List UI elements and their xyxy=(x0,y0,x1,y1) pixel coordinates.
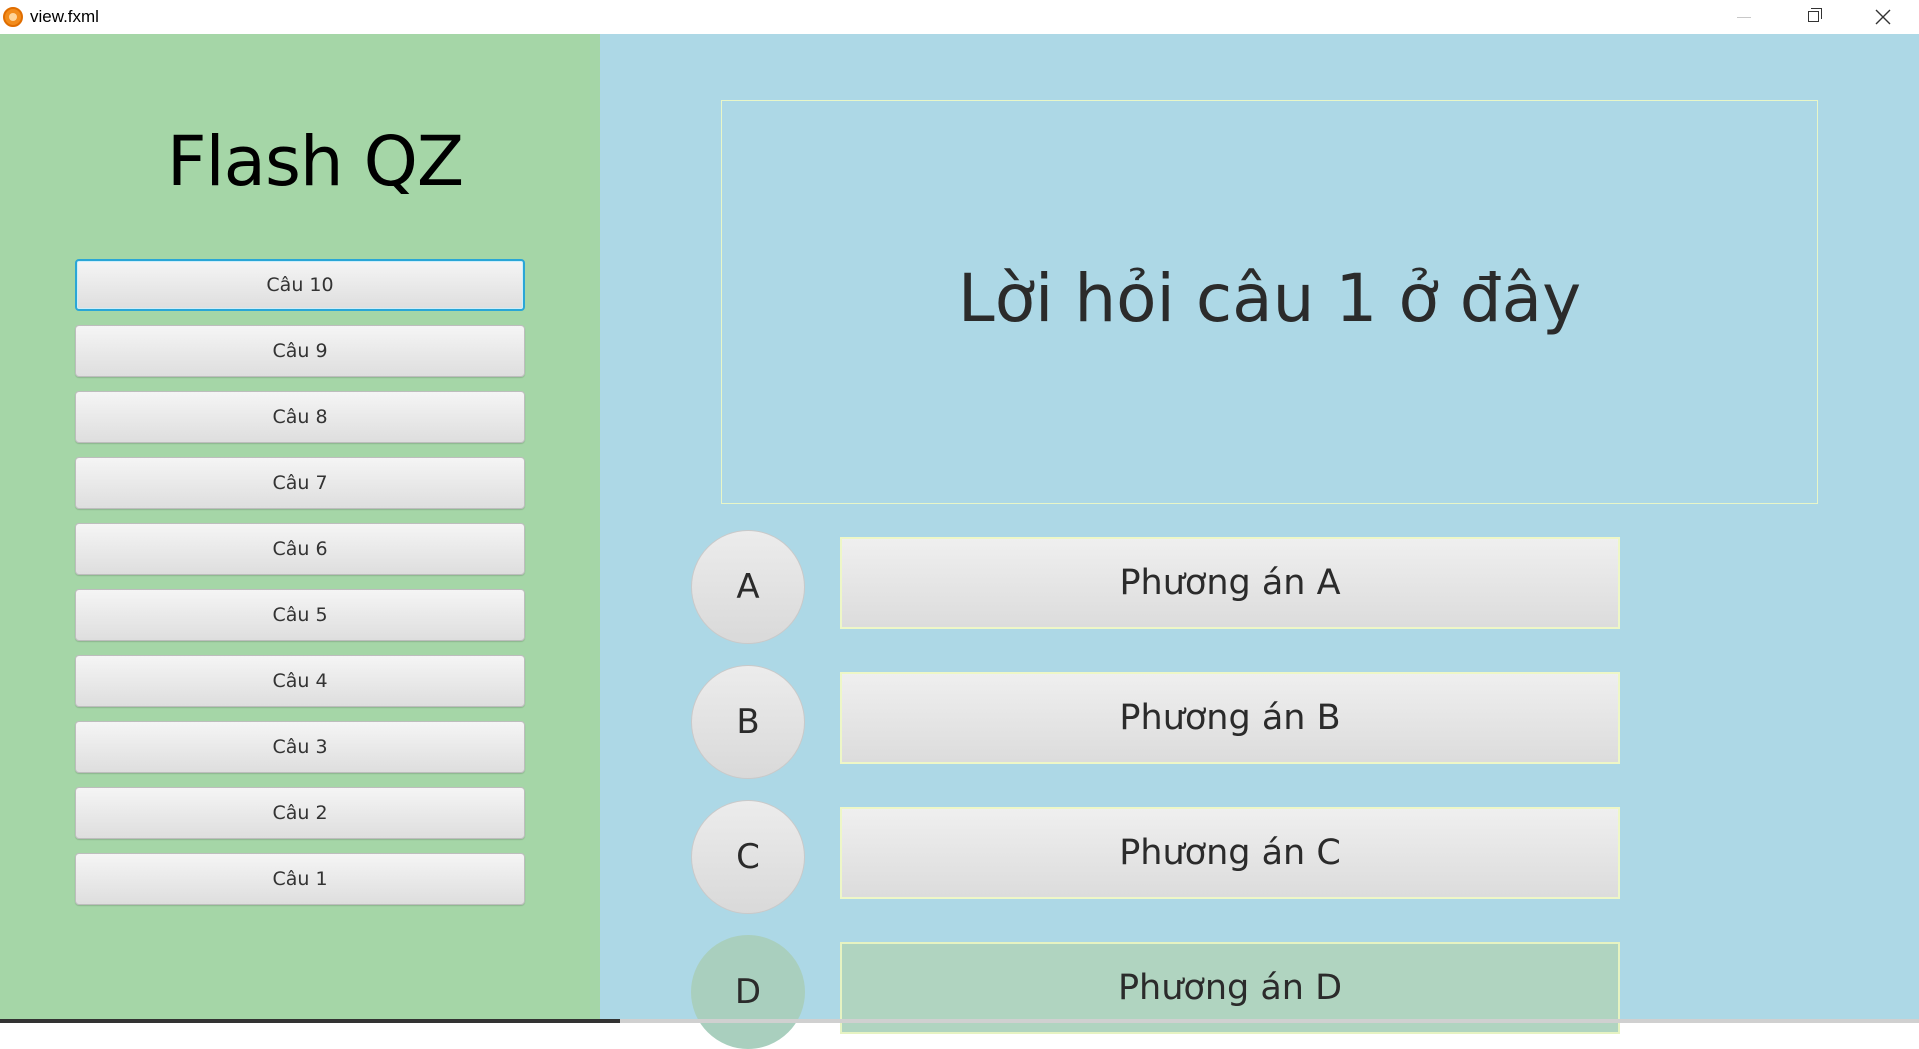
question-button-label: Câu 1 xyxy=(272,868,328,890)
question-button-9[interactable]: Câu 9 xyxy=(75,325,525,377)
option-label: Phương án C xyxy=(1119,833,1341,873)
question-list-panel: Flash QZ Câu 10 Câu 9 Câu 8 Câu 7 Câu 6 … xyxy=(0,34,600,1023)
question-button-10[interactable]: Câu 10 xyxy=(75,259,525,311)
option-c-button[interactable]: Phương án C xyxy=(840,807,1620,899)
question-button-label: Câu 4 xyxy=(272,670,328,692)
question-box: Lời hỏi câu 1 ở đây xyxy=(721,100,1818,504)
question-button-label: Câu 2 xyxy=(272,802,328,824)
option-letter: B xyxy=(736,702,760,742)
question-button-label: Câu 10 xyxy=(266,274,334,296)
close-icon xyxy=(1875,9,1891,25)
question-button-6[interactable]: Câu 6 xyxy=(75,523,525,575)
minimize-button[interactable] xyxy=(1714,0,1774,34)
question-button-7[interactable]: Câu 7 xyxy=(75,457,525,509)
option-a-letter-button[interactable]: A xyxy=(691,530,805,644)
app-logo-icon xyxy=(3,7,23,27)
option-label: Phương án D xyxy=(1117,968,1343,1008)
question-text: Lời hỏi câu 1 ở đây xyxy=(957,259,1582,337)
question-button-label: Câu 9 xyxy=(272,340,328,362)
restore-button[interactable] xyxy=(1783,0,1843,34)
option-letter: C xyxy=(736,837,760,877)
title-bar: view.fxml xyxy=(0,0,1919,34)
question-button-label: Câu 6 xyxy=(272,538,328,560)
option-d-letter-button[interactable]: D xyxy=(691,935,805,1049)
option-letter: D xyxy=(734,972,762,1012)
question-button-label: Câu 5 xyxy=(272,604,328,626)
window-bottom-edge xyxy=(0,1019,1919,1023)
question-button-label: Câu 3 xyxy=(272,736,328,758)
question-button-label: Câu 8 xyxy=(272,406,328,428)
question-panel: Lời hỏi câu 1 ở đây A Phương án A B Phươ… xyxy=(600,34,1919,1049)
option-letter: A xyxy=(736,567,760,607)
question-button-1[interactable]: Câu 1 xyxy=(75,853,525,905)
question-button-4[interactable]: Câu 4 xyxy=(75,655,525,707)
window-title: view.fxml xyxy=(30,7,99,26)
option-a-button[interactable]: Phương án A xyxy=(840,537,1620,629)
question-button-5[interactable]: Câu 5 xyxy=(75,589,525,641)
question-button-label: Câu 7 xyxy=(272,472,328,494)
question-button-2[interactable]: Câu 2 xyxy=(75,787,525,839)
option-b-button[interactable]: Phương án B xyxy=(840,672,1620,764)
app-heading: Flash QZ xyxy=(166,122,464,202)
option-label: Phương án B xyxy=(1119,698,1341,738)
close-button[interactable] xyxy=(1853,0,1913,34)
question-button-3[interactable]: Câu 3 xyxy=(75,721,525,773)
option-b-letter-button[interactable]: B xyxy=(691,665,805,779)
option-c-letter-button[interactable]: C xyxy=(691,800,805,914)
minimize-icon xyxy=(1737,16,1751,18)
option-label: Phương án A xyxy=(1119,563,1341,603)
question-button-8[interactable]: Câu 8 xyxy=(75,391,525,443)
